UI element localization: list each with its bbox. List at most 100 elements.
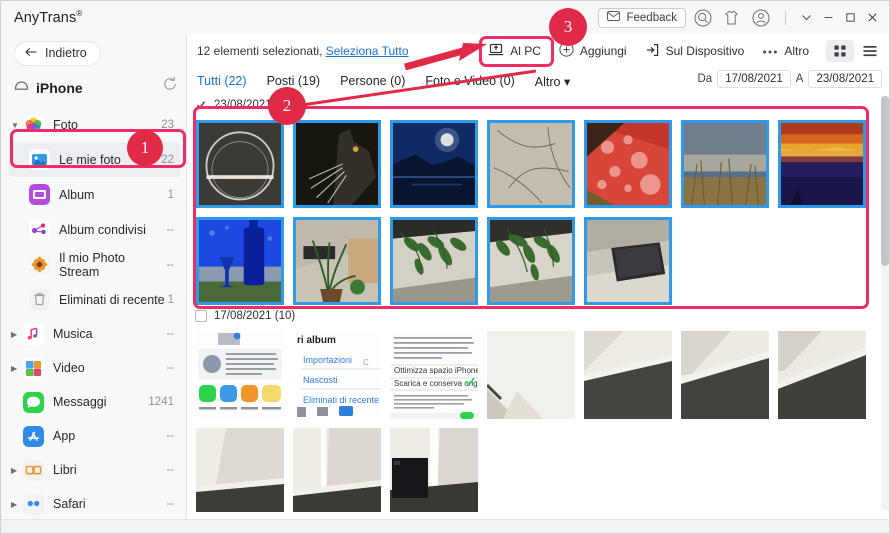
sidebar-item-video[interactable]: ▶ Video -- bbox=[1, 351, 186, 385]
shared-album-icon bbox=[29, 219, 50, 240]
sidebar-item-label: Le mie foto bbox=[59, 152, 121, 167]
chevron-right-icon[interactable]: ▶ bbox=[11, 330, 23, 339]
photo-thumbnail-metal-bowl-rim[interactable] bbox=[196, 120, 284, 208]
photo-image: Ottimizza spazio iPhone Scarica e conserv… bbox=[390, 331, 478, 419]
photo-thumbnail-black-case-by-wall[interactable] bbox=[390, 428, 478, 512]
sidebar-item-label: Libri bbox=[53, 463, 77, 477]
photo-group-header: 17/08/2021 (10) bbox=[187, 305, 889, 327]
date-from-input[interactable]: 17/08/2021 bbox=[717, 70, 791, 88]
sidebar-item-album-condivisi[interactable]: Album condivisi -- bbox=[1, 212, 186, 247]
sidebar-item-label: Musica bbox=[53, 327, 93, 341]
to-device-button[interactable]: Sul Dispositivo bbox=[636, 38, 754, 64]
export-to-pc-icon bbox=[488, 43, 504, 60]
photo-thumbnail-ios-icloud-settings-screenshot[interactable]: Ottimizza spazio iPhone Scarica e conserv… bbox=[390, 331, 478, 419]
tab-tutti-22[interactable]: Tutti (22) bbox=[197, 74, 247, 88]
photo-thumbnail-red-leaf-waterdrops[interactable] bbox=[584, 120, 672, 208]
minimize-icon[interactable] bbox=[817, 7, 839, 29]
photo-image bbox=[296, 220, 378, 302]
photo-image bbox=[487, 331, 575, 419]
select-all-link[interactable]: Seleziona Tutto bbox=[326, 44, 409, 58]
photo-image bbox=[781, 123, 863, 205]
group-checkbox[interactable] bbox=[195, 99, 207, 111]
photo-thumbnail-ios-albums-screenshot[interactable]: ri album Importazioni Nascosti Eliminati di… bbox=[293, 331, 381, 419]
photo-image bbox=[196, 331, 284, 419]
tshirt-icon[interactable] bbox=[720, 6, 744, 30]
group-date-label: 23/08/2021 bbox=[214, 99, 272, 111]
photo-thumbnail-moonlit-sea[interactable] bbox=[390, 120, 478, 208]
scrollbar-thumb[interactable] bbox=[881, 96, 889, 266]
svg-text:ri album: ri album bbox=[297, 335, 336, 346]
photo-thumbnail-beach-dune-grass[interactable] bbox=[681, 120, 769, 208]
more-button[interactable]: Altro bbox=[753, 38, 818, 64]
arrow-left-icon bbox=[25, 46, 38, 60]
chevron-right-icon[interactable]: ▶ bbox=[11, 364, 23, 373]
app-brand-text: AnyTrans bbox=[14, 9, 77, 26]
photo-group-header: 23/08/2021 bbox=[187, 94, 889, 116]
envelope-icon bbox=[607, 11, 621, 24]
photo-thumbnail-dry-grass-texture[interactable] bbox=[487, 120, 575, 208]
photo-image bbox=[199, 123, 281, 205]
tab-persone-0[interactable]: Persone (0) bbox=[340, 74, 405, 88]
maximize-icon[interactable] bbox=[839, 7, 861, 29]
photo-image bbox=[681, 331, 769, 419]
chevron-down-icon[interactable] bbox=[795, 7, 817, 29]
sidebar-item-label: Messaggi bbox=[53, 395, 107, 409]
sidebar-item-app[interactable]: App -- bbox=[1, 419, 186, 453]
filter-tabs: Tutti (22) Posti (19) Persone (0) Foto e Vi… bbox=[187, 68, 889, 94]
sidebar-item-libri[interactable]: ▶ Libri -- bbox=[1, 453, 186, 487]
photo-thumbnail-black-cat-profile[interactable] bbox=[293, 120, 381, 208]
tab-posti-19[interactable]: Posti (19) bbox=[267, 74, 321, 88]
feedback-button[interactable]: Feedback bbox=[598, 7, 686, 28]
sidebar-item-foto[interactable]: ▼ Foto 23 bbox=[1, 108, 186, 142]
photo-thumbnail-wall-shadow-floor-1[interactable] bbox=[196, 428, 284, 512]
list-view-icon[interactable] bbox=[856, 40, 884, 62]
books-icon bbox=[23, 459, 44, 481]
sidebar-item-count: 1241 bbox=[148, 396, 174, 408]
photo-thumbnail-hanging-plant-wall-2[interactable] bbox=[487, 217, 575, 305]
sidebar-item-safari[interactable]: ▶ Safari -- bbox=[1, 487, 186, 521]
sidebar: Indietro iPhone ▼ Foto 23 Le mie foto 22 Albu… bbox=[1, 34, 187, 533]
photo-thumbnail-wall-shadow-floor-2[interactable] bbox=[293, 428, 381, 512]
to-device-icon bbox=[645, 43, 660, 60]
photo-thumbnail-wall-floor-corner-3[interactable] bbox=[778, 331, 866, 419]
sidebar-item-il-mio-photo-stream[interactable]: Il mio Photo Stream -- bbox=[1, 247, 186, 282]
chevron-right-icon[interactable]: ▶ bbox=[11, 500, 23, 509]
sidebar-item-count: -- bbox=[166, 258, 174, 271]
sidebar-item-le-mie-foto[interactable]: Le mie foto 22 bbox=[9, 142, 180, 177]
sidebar-item-messaggi[interactable]: Messaggi 1241 bbox=[1, 385, 186, 419]
tab-altro[interactable]: Altro ▾ bbox=[535, 74, 570, 89]
selection-info: 12 elementi selezionati, Seleziona Tutto bbox=[197, 44, 409, 58]
toolbar-divider bbox=[785, 10, 786, 25]
grid-view-icon[interactable] bbox=[826, 40, 854, 62]
photo-thumbnail-ios-widgets-screenshot[interactable] bbox=[196, 331, 284, 419]
photo-thumbnail-blue-bottle-glass[interactable] bbox=[196, 217, 284, 305]
photo-image: ri album Importazioni Nascosti Eliminati di… bbox=[293, 331, 381, 419]
chevron-right-icon[interactable]: ▶ bbox=[11, 466, 23, 475]
photo-image bbox=[390, 428, 478, 512]
sidebar-item-eliminati-di-recente[interactable]: Eliminati di recente 1 bbox=[1, 282, 186, 317]
close-icon[interactable] bbox=[861, 7, 883, 29]
refresh-icon[interactable] bbox=[161, 75, 181, 95]
photo-thumbnail-wall-floor-corner-1[interactable] bbox=[584, 331, 672, 419]
date-to-input[interactable]: 23/08/2021 bbox=[808, 70, 882, 88]
sidebar-item-album[interactable]: Album 1 bbox=[1, 177, 186, 212]
add-button[interactable]: Aggiungi bbox=[550, 38, 636, 64]
device-header[interactable]: iPhone bbox=[1, 74, 186, 102]
photo-thumbnail-indoor-plant-window[interactable] bbox=[293, 217, 381, 305]
photo-thumbnail-white-wall-corner-1[interactable] bbox=[487, 331, 575, 419]
photo-thumbnail-phone-on-table[interactable] bbox=[584, 217, 672, 305]
title-bar-right: Feedback bbox=[598, 1, 883, 34]
date-to-label: A bbox=[795, 73, 804, 85]
search-icon[interactable] bbox=[691, 6, 715, 30]
group-checkbox[interactable] bbox=[195, 310, 207, 322]
account-icon[interactable] bbox=[749, 6, 773, 30]
sidebar-item-musica[interactable]: ▶ Musica -- bbox=[1, 317, 186, 351]
al-pc-button[interactable]: Al PC bbox=[479, 38, 550, 64]
photo-thumbnail-hanging-plant-wall-1[interactable] bbox=[390, 217, 478, 305]
photo-thumbnail-orange-sunset-sea[interactable] bbox=[778, 120, 866, 208]
tab-foto-e-video-0[interactable]: Foto e Video (0) bbox=[425, 74, 514, 88]
chevron-right-icon[interactable]: ▼ bbox=[11, 121, 23, 130]
back-button[interactable]: Indietro bbox=[14, 40, 101, 66]
photo-thumbnail-wall-floor-corner-2[interactable] bbox=[681, 331, 769, 419]
sidebar-item-label: Album bbox=[59, 187, 95, 202]
